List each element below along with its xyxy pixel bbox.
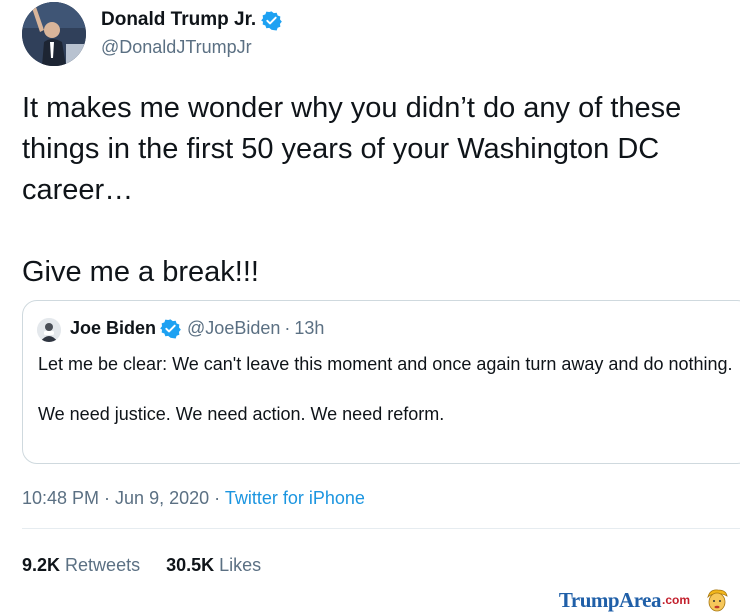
meta-separator: · <box>214 488 221 508</box>
tweet-stats: 9.2K Retweets 30.5K Likes <box>22 555 287 576</box>
quoted-tweet[interactable]: Joe Biden @JoeBiden · 13h Let me be clea… <box>22 300 740 464</box>
retweets-stat[interactable]: 9.2K Retweets <box>22 555 140 576</box>
watermark-suffix: .com <box>661 593 690 607</box>
quoted-author-handle: @JoeBiden <box>187 318 281 338</box>
tweet-paragraph: Give me a break!!! <box>22 256 259 288</box>
tweet-card: Donald Trump Jr. @DonaldJTrumpJr It make… <box>0 0 740 614</box>
author-avatar[interactable] <box>22 2 86 66</box>
verified-badge-icon <box>160 318 181 339</box>
quoted-text: Let me be clear: We can't leave this mom… <box>38 352 738 427</box>
quoted-header: Joe Biden @JoeBiden · 13h <box>70 318 324 339</box>
divider <box>22 528 740 529</box>
quoted-separator: · <box>284 318 291 338</box>
trump-face-icon <box>704 587 730 613</box>
likes-label: Likes <box>219 555 262 575</box>
tweet-text: It makes me wonder why you didn’t do any… <box>22 88 734 293</box>
author-name-row[interactable]: Donald Trump Jr. <box>101 9 283 31</box>
verified-badge-icon <box>261 10 283 31</box>
author-handle[interactable]: @DonaldJTrumpJr <box>101 37 252 58</box>
quoted-paragraph: Let me be clear: We can't leave this mom… <box>38 354 733 374</box>
quoted-author-avatar <box>37 318 61 342</box>
watermark: TrumpArea .com <box>559 587 730 613</box>
watermark-brand: TrumpArea <box>558 587 662 612</box>
retweets-count: 9.2K <box>22 555 61 575</box>
quoted-author-name: Joe Biden <box>70 318 157 338</box>
likes-count: 30.5K <box>166 555 215 575</box>
author-name[interactable]: Donald Trump Jr. <box>101 9 256 31</box>
quoted-time: 13h <box>294 318 325 338</box>
likes-stat[interactable]: 30.5K Likes <box>166 555 261 576</box>
tweet-paragraph: It makes me wonder why you didn’t do any… <box>22 92 682 206</box>
tweet-meta: 10:48 PM · Jun 9, 2020 · Twitter for iPh… <box>22 488 365 509</box>
tweet-timestamp[interactable]: 10:48 PM · Jun 9, 2020 <box>22 488 209 508</box>
retweets-label: Retweets <box>65 555 141 575</box>
quoted-paragraph: We need justice. We need action. We need… <box>38 404 445 424</box>
tweet-source-link[interactable]: Twitter for iPhone <box>225 488 365 508</box>
